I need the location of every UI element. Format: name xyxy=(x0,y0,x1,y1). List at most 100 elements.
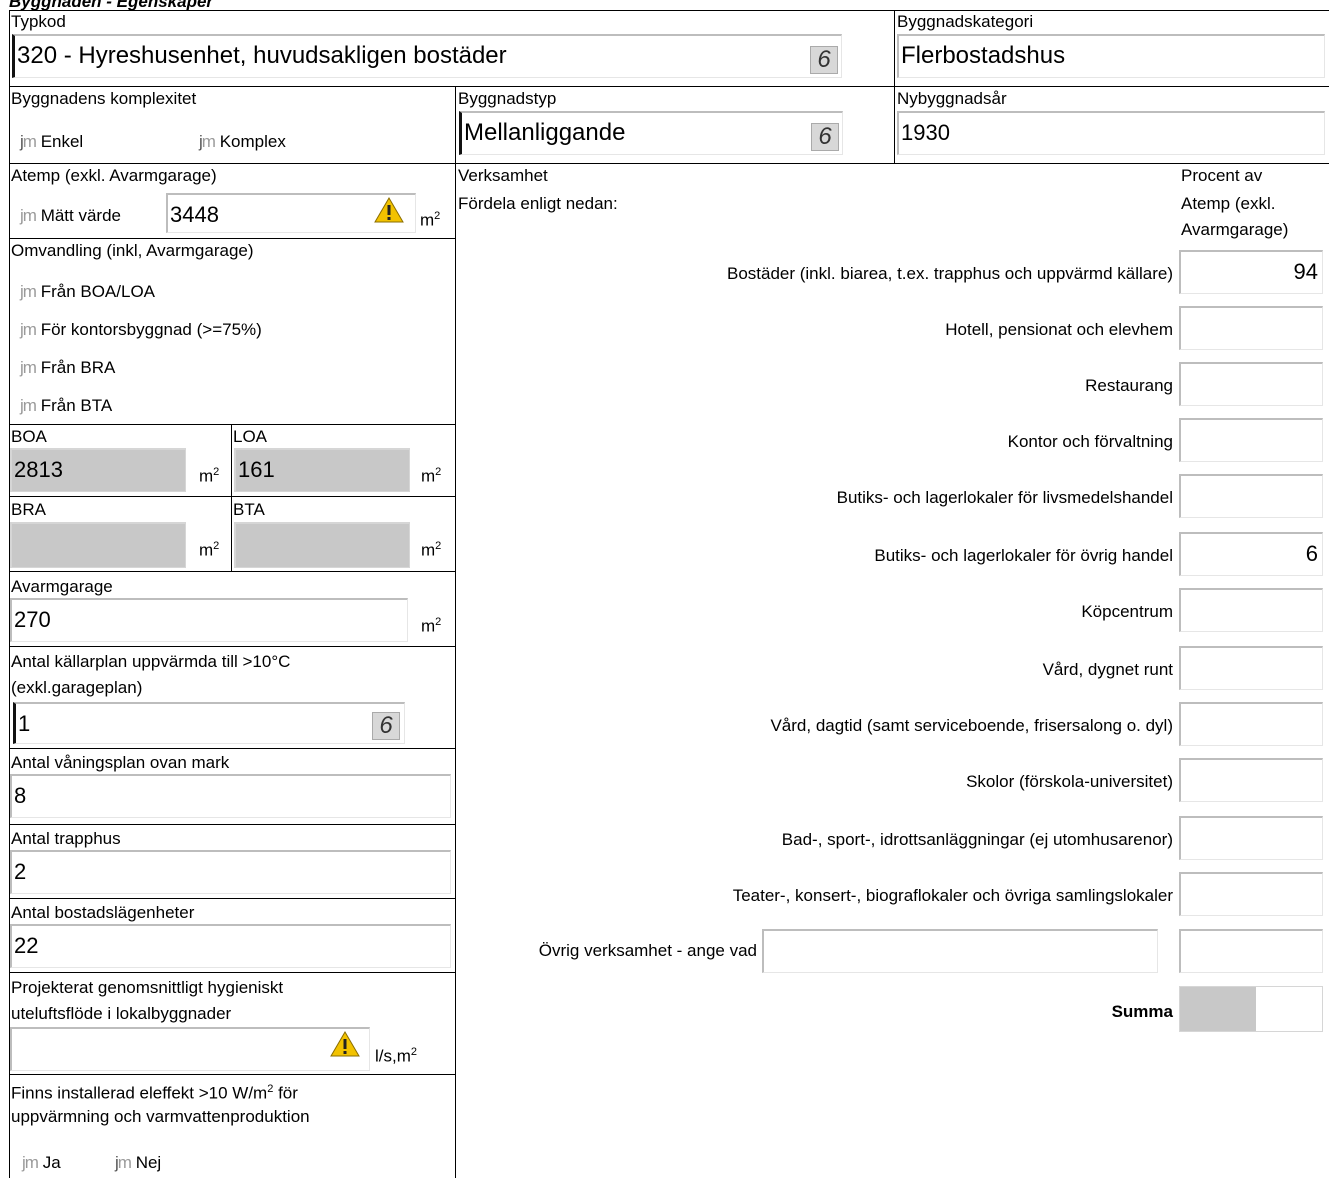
lagenheter-label: Antal bostadslägenheter xyxy=(11,903,195,922)
bra-label: BRA xyxy=(11,500,46,519)
radio-fran-bra[interactable]: jm Från BRA xyxy=(20,358,115,378)
typkod-dropdown-icon[interactable]: 6 xyxy=(810,46,838,74)
avarmgarage-input[interactable]: 270 xyxy=(10,598,408,642)
verksamhet-row-pct-input[interactable] xyxy=(1179,418,1323,462)
byggnadskategori-field: Flerbostadshus xyxy=(897,34,1325,78)
verksamhet-row-label: Restaurang xyxy=(1085,376,1173,395)
byggnadstyp-label: Byggnadstyp xyxy=(458,89,557,108)
trapphus-input[interactable]: 2 xyxy=(10,850,451,894)
radio-icon: jm xyxy=(20,358,37,377)
eleffekt-label-line2: uppvärmning och varmvattenproduktion xyxy=(11,1107,310,1126)
nybyggnadsar-label: Nybyggnadsår xyxy=(897,89,1007,108)
trapphus-label: Antal trapphus xyxy=(11,829,121,848)
boa-unit: m2 xyxy=(199,466,220,486)
pct-header-line3: Avarmgarage) xyxy=(1181,220,1289,239)
verksamhet-row-pct-input[interactable] xyxy=(1179,758,1323,802)
radio-fran-boa-loa[interactable]: jm Från BOA/LOA xyxy=(20,282,155,302)
eleffekt-label-line1: Finns installerad eleffekt >10 W/m2 för xyxy=(11,1083,298,1103)
ovrig-text-input[interactable] xyxy=(762,929,1158,973)
verksamhet-label: Verksamhet xyxy=(458,166,548,185)
summa-field xyxy=(1179,986,1323,1032)
bta-label: BTA xyxy=(233,500,265,519)
warning-icon xyxy=(330,1031,360,1057)
byggnadstyp-value: Mellanliggande xyxy=(464,119,626,146)
byggnadstyp-select[interactable]: Mellanliggande xyxy=(459,111,843,155)
verksamhet-row-label: Kontor och förvaltning xyxy=(1007,432,1173,451)
loa-unit: m2 xyxy=(421,466,442,486)
verksamhet-row-label: Hotell, pensionat och elevhem xyxy=(945,320,1173,339)
radio-for-kontorsbyggnad[interactable]: jm För kontorsbyggnad (>=75%) xyxy=(20,320,262,340)
uteluft-label-line2: uteluftsflöde i lokalbyggnader xyxy=(11,1004,232,1023)
atemp-label: Atemp (exkl. Avarmgarage) xyxy=(11,166,217,185)
kallarplan-select[interactable]: 1 xyxy=(13,702,405,744)
loa-field: 161 xyxy=(234,448,410,492)
byggnadskategori-label: Byggnadskategori xyxy=(897,12,1034,31)
boa-field: 2813 xyxy=(10,448,186,492)
bra-unit: m2 xyxy=(199,540,220,560)
verksamhet-row-pct-input[interactable]: 6 xyxy=(1179,532,1323,576)
bta-unit: m2 xyxy=(421,540,442,560)
verksamhet-row-label: Skolor (förskola-universitet) xyxy=(966,772,1173,791)
radio-icon: jm xyxy=(20,282,37,301)
summa-label: Summa xyxy=(1111,1002,1173,1021)
kallarplan-dropdown-icon[interactable]: 6 xyxy=(372,712,400,740)
atemp-unit: m2 xyxy=(420,210,441,230)
pct-header-line2: Atemp (exkl. xyxy=(1181,194,1276,213)
omvandling-label: Omvandling (inkl, Avarmgarage) xyxy=(11,241,254,260)
byggnadstyp-dropdown-icon[interactable]: 6 xyxy=(811,123,839,151)
uteluft-label-line1: Projekterat genomsnittligt hygieniskt xyxy=(11,978,284,997)
lagenheter-input[interactable]: 22 xyxy=(10,924,451,968)
radio-nej[interactable]: jm Nej xyxy=(115,1153,161,1173)
verksamhet-row-pct-input[interactable]: 94 xyxy=(1179,250,1323,294)
verksamhet-row-pct-input[interactable] xyxy=(1179,362,1323,406)
radio-icon: jm xyxy=(20,206,37,225)
kallarplan-label-line1: Antal källarplan uppvärmda till >10°C xyxy=(11,652,291,671)
radio-ja[interactable]: jm Ja xyxy=(22,1153,61,1173)
typkod-select[interactable]: 320 - Hyreshusenhet, huvudsakligen bostä… xyxy=(12,34,842,78)
avarmgarage-unit: m2 xyxy=(421,616,442,636)
verksamhet-row-pct-input[interactable] xyxy=(1179,646,1323,690)
radio-enkel[interactable]: jm Enkel xyxy=(20,132,83,152)
verksamhet-row-label: Bostäder (inkl. biarea, t.ex. trapphus o… xyxy=(726,264,1173,283)
warning-icon xyxy=(374,197,404,223)
verksamhet-row-label: Butiks- och lagerlokaler för livsmedelsh… xyxy=(836,488,1173,507)
kallarplan-value: 1 xyxy=(18,711,31,736)
boa-label: BOA xyxy=(11,427,47,446)
uteluft-input[interactable] xyxy=(10,1027,370,1071)
verksamhet-row-pct-input[interactable] xyxy=(1179,474,1323,518)
radio-komplex[interactable]: jm Komplex xyxy=(199,132,286,152)
radio-fran-bta[interactable]: jm Från BTA xyxy=(20,396,112,416)
verksamhet-row-label: Vård, dagtid (samt serviceboende, friser… xyxy=(770,716,1173,735)
typkod-value: 320 - Hyreshusenhet, huvudsakligen bostä… xyxy=(17,42,507,69)
kallarplan-label-line2: (exkl.garageplan) xyxy=(11,678,143,697)
radio-icon: jm xyxy=(20,320,37,339)
verksamhet-row-pct-input[interactable] xyxy=(1179,872,1323,916)
verksamhet-row-pct-input[interactable] xyxy=(1179,306,1323,350)
ovrig-pct-input[interactable] xyxy=(1179,929,1323,973)
verksamhet-row-pct-input[interactable] xyxy=(1179,588,1323,632)
radio-matt-varde[interactable]: jm Mätt värde xyxy=(20,206,121,226)
verksamhet-row-label: Butiks- och lagerlokaler för övrig hande… xyxy=(874,546,1173,565)
nybyggnadsar-field[interactable]: 1930 xyxy=(897,111,1325,155)
verksamhet-row-label: Vård, dygnet runt xyxy=(1042,660,1173,679)
verksamhet-row-label: Bad-, sport-, idrottsanläggningar (ej ut… xyxy=(781,830,1173,849)
avarmgarage-label: Avarmgarage xyxy=(11,577,113,596)
komplexitet-label: Byggnadens komplexitet xyxy=(11,89,197,108)
verksamhet-row-pct-input[interactable] xyxy=(1179,702,1323,746)
radio-icon: jm xyxy=(20,396,37,415)
vaningsplan-label: Antal våningsplan ovan mark xyxy=(11,753,230,772)
bta-field xyxy=(234,522,410,568)
verksamhet-row-pct-input[interactable] xyxy=(1179,816,1323,860)
uteluft-unit: l/s,m2 xyxy=(375,1046,418,1066)
verksamhet-row-label: Köpcentrum xyxy=(1081,602,1173,621)
radio-icon: jm xyxy=(22,1153,39,1172)
vaningsplan-input[interactable]: 8 xyxy=(10,774,451,818)
pct-header-line1: Procent av xyxy=(1181,166,1263,185)
loa-label: LOA xyxy=(233,427,268,446)
summa-gray-fill xyxy=(1180,987,1256,1031)
verksamhet-row-label: Teater-, konsert-, biograflokaler och öv… xyxy=(732,886,1173,905)
typkod-label: Typkod xyxy=(11,12,66,31)
bra-field xyxy=(10,522,186,568)
verksamhet-sublabel: Fördela enligt nedan: xyxy=(458,194,618,213)
ovrig-label: Övrig verksamhet - ange vad xyxy=(538,941,757,960)
